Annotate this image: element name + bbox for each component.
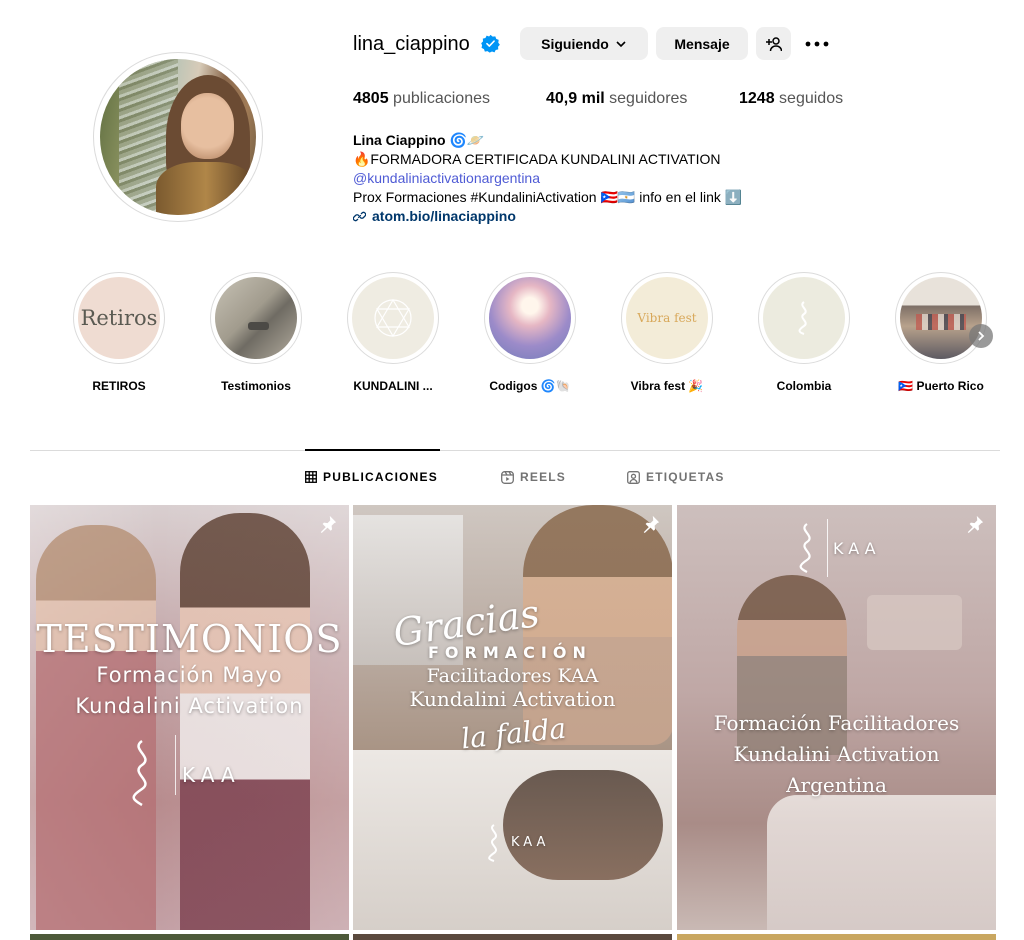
posts-count: 4805 publicaciones [353,90,490,107]
highlight-label: KUNDALINI ... [353,379,433,393]
story-highlights: Retiros RETIROS Testimonios KUNDALINI ..… [49,272,1009,402]
post-subtitle: Kundalini Activation [75,694,304,718]
highlight-label: Testimonios [221,379,291,393]
post-brand: KAA [833,539,881,558]
active-tab-indicator [305,449,440,451]
highlight-label: Colombia [776,379,832,393]
serpent-logo-icon [799,523,811,573]
post-tile-partial[interactable] [677,934,996,940]
highlight-item[interactable]: KUNDALINI ... [323,272,463,393]
post-tile[interactable]: KAA Formación Facilitadores Kundalini Ac… [677,505,996,930]
serpent-logo-icon [488,824,497,862]
post-title: TESTIMONIOS [36,617,343,661]
tab-posts[interactable]: PUBLICACIONES [305,470,438,484]
highlight-label: Codigos 🌀🐚 [489,379,571,393]
highlight-item[interactable]: Colombia [734,272,874,393]
grid-icon [305,471,317,483]
post-brand: KAA [182,763,241,787]
highlight-cover-text: Vibra fest [637,311,697,325]
profile-username: lina_ciappino [353,33,470,55]
post-tile-partial[interactable] [30,934,349,940]
highlight-item[interactable]: Vibra fest Vibra fest 🎉 [597,272,737,393]
followers-count[interactable]: 40,9 mil seguidores [546,90,687,108]
highlight-item[interactable]: Retiros RETIROS [49,272,189,393]
post-subtitle: Facilitadores KAA [426,665,599,687]
sacred-geometry-icon [374,298,412,338]
avatar-photo [100,59,256,215]
following-button[interactable]: Siguiendo [520,27,648,60]
post-subtitle: Formación Mayo [96,663,283,687]
post-subtitle: Formación Facilitadores [713,711,960,735]
bio-external-link[interactable]: atom.bio/linaciappino [353,207,833,226]
post-tile[interactable]: TESTIMONIOS Formación Mayo Kundalini Act… [30,505,349,930]
highlight-label: 🇵🇷 Puerto Rico [898,379,984,393]
post-title: FORMACIÓN [428,643,592,662]
verified-badge-icon [481,34,500,53]
highlight-cover-text: Retiros [80,306,158,330]
tabs-divider [30,450,1000,451]
tagged-icon [627,470,640,484]
post-subtitle: Argentina [786,773,887,797]
post-tile[interactable]: Gracias FORMACIÓN Facilitadores KAA Kund… [353,505,672,930]
post-tile-partial[interactable] [353,934,672,940]
post-script-text: la falda [459,711,568,756]
following-button-label: Siguiendo [541,35,609,52]
next-arrow-icon[interactable] [969,324,993,348]
bio-mention-link[interactable]: @kundaliniactivationargentina [353,169,833,188]
tab-tagged[interactable]: ETIQUETAS [627,470,725,484]
serpent-logo-icon [798,301,807,335]
highlight-label: RETIROS [92,379,146,393]
serpent-logo-icon [132,739,147,807]
profile-full-name: Lina Ciappino 🌀🪐 [353,132,485,148]
pinned-icon [320,515,337,533]
highlight-label: Vibra fest 🎉 [630,379,704,393]
highlight-item[interactable]: Testimonios [186,272,326,393]
highlight-item[interactable]: Codigos 🌀🐚 [460,272,600,393]
bio-line: Prox Formaciones #KundaliniActivation 🇵🇷… [353,189,743,205]
link-icon [353,211,366,222]
pinned-icon [643,515,660,533]
profile-bio: Lina Ciappino 🌀🪐 🔥FORMADORA CERTIFICADA … [353,131,833,226]
add-person-icon [765,36,782,51]
post-brand: KAA [511,835,550,850]
post-subtitle: Kundalini Activation [409,687,616,711]
reels-icon [501,470,514,484]
following-count[interactable]: 1248 seguidos [739,90,843,108]
message-button[interactable]: Mensaje [656,27,748,60]
pinned-icon [967,515,984,533]
message-button-label: Mensaje [674,35,730,52]
chevron-down-icon [616,40,626,47]
bio-line: 🔥FORMADORA CERTIFICADA KUNDALINI ACTIVAT… [353,151,721,167]
profile-avatar[interactable] [93,52,263,222]
more-options-icon[interactable] [800,30,834,58]
suggested-users-button[interactable] [756,27,791,60]
post-subtitle: Kundalini Activation [733,742,940,766]
tab-reels[interactable]: REELS [501,470,566,484]
